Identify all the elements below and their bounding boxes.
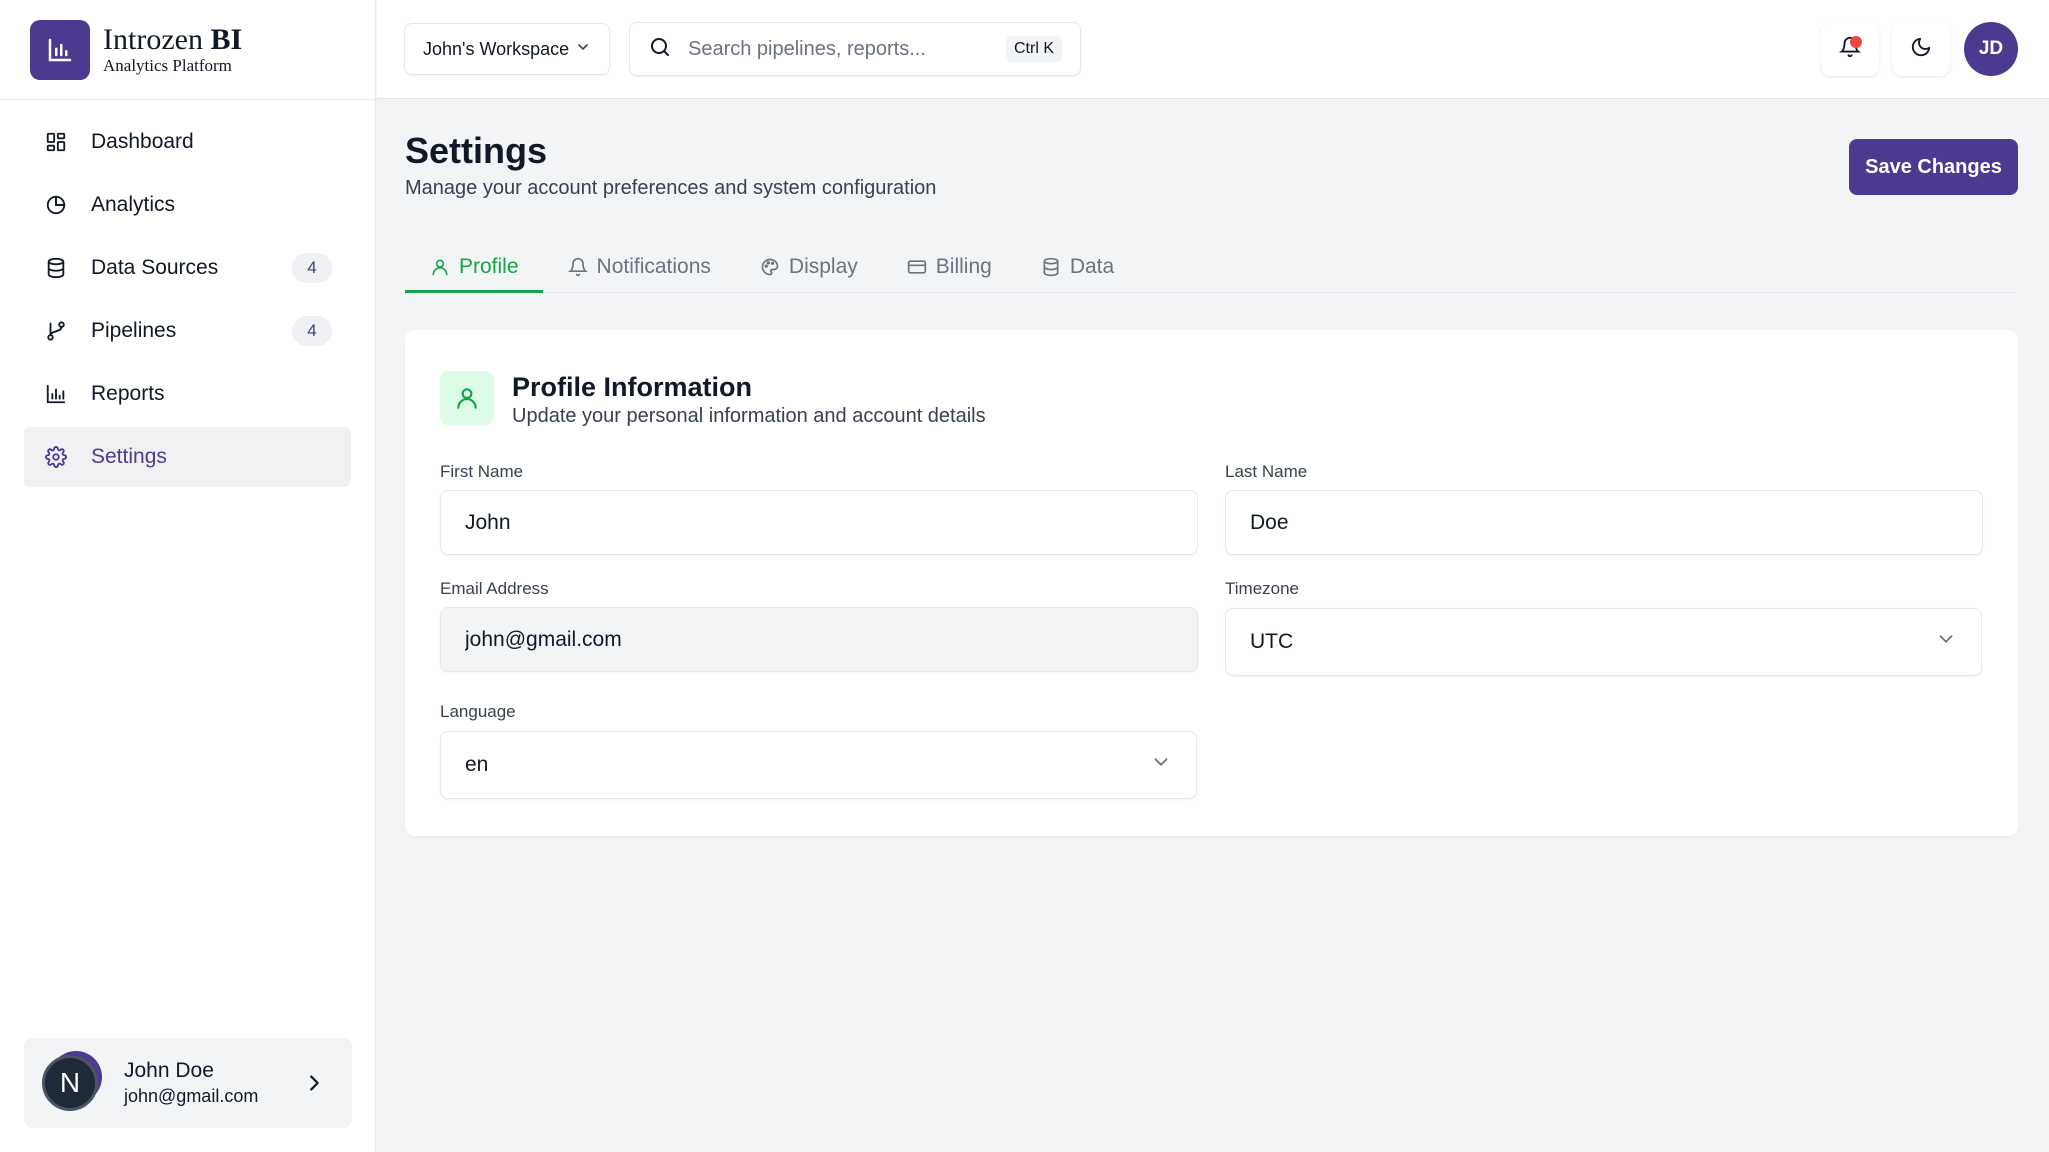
chevron-down-icon (1935, 628, 1957, 656)
language-label: Language (440, 702, 516, 721)
tab-notifications[interactable]: Notifications (543, 241, 735, 293)
tab-label: Display (788, 255, 858, 278)
tab-label: Billing (935, 255, 992, 278)
last-name-label: Last Name (1225, 462, 1308, 481)
palette-icon (759, 256, 781, 278)
user-icon (429, 256, 451, 278)
save-changes-button[interactable]: Save Changes (1849, 139, 2018, 195)
avatar[interactable]: JD (1964, 22, 2018, 76)
tab-label: Profile (459, 255, 519, 278)
card-title: Profile Information (512, 372, 753, 402)
brand-name: Introzen BI (103, 22, 243, 56)
search-icon (648, 35, 672, 64)
sidebar-item-settings[interactable]: Settings (24, 427, 351, 487)
database-icon (43, 255, 69, 281)
card-subtitle: Update your personal information and acc… (512, 405, 986, 427)
chevron-down-icon (1150, 751, 1172, 779)
language-select[interactable]: en (440, 731, 1197, 799)
user-email: john@gmail.com (124, 1086, 259, 1106)
bell-icon (567, 256, 589, 278)
page-title: Settings (405, 130, 548, 171)
page-subtitle: Manage your account preferences and syst… (405, 177, 937, 199)
email-label: Email Address (440, 579, 549, 598)
sidebar-nav: Dashboard Analytics Data Sources 4 Pipel… (0, 100, 375, 502)
sidebar-item-label: Pipelines (91, 319, 177, 342)
timezone-value: UTC (1250, 630, 1294, 653)
workspace-label: John's Workspace (423, 38, 570, 59)
settings-tabs: Profile Notifications Display Billing Da… (405, 241, 2018, 293)
sidebar-item-dashboard[interactable]: Dashboard (24, 112, 351, 172)
topbar: John's Workspace Ctrl K JD (377, 0, 2049, 99)
theme-toggle-button[interactable] (1892, 22, 1950, 76)
workspace-selector[interactable]: John's Workspace (404, 23, 610, 75)
profile-information-card: Profile Information Update your personal… (405, 330, 2018, 836)
tab-label: Data (1069, 255, 1115, 278)
user-profile-card[interactable]: N John Doe john@gmail.com (24, 1038, 352, 1128)
timezone-label: Timezone (1225, 579, 1300, 598)
chevron-down-icon (575, 39, 591, 60)
bar-chart-logo-icon (30, 19, 90, 80)
tab-display[interactable]: Display (735, 241, 882, 293)
database-icon (1040, 256, 1062, 278)
sidebar-item-label: Reports (91, 382, 165, 405)
timezone-select[interactable]: UTC (1225, 608, 1982, 676)
email-field (440, 607, 1198, 672)
sidebar-item-label: Dashboard (91, 130, 194, 153)
brand[interactable]: Introzen BI Analytics Platform (0, 0, 375, 100)
sidebar-item-data-sources[interactable]: Data Sources 4 (24, 238, 351, 298)
pie-chart-icon (43, 192, 69, 218)
gear-icon (43, 444, 69, 470)
sidebar-item-analytics[interactable]: Analytics (24, 175, 351, 235)
notifications-button[interactable] (1821, 22, 1879, 76)
tab-label: Notifications (596, 255, 711, 278)
brand-subtitle: Analytics Platform (103, 55, 232, 75)
email-input (465, 627, 1173, 652)
last-name-field[interactable] (1225, 490, 1983, 555)
sidebar: Introzen BI Analytics Platform Dashboard… (0, 0, 376, 1152)
count-badge: 4 (292, 253, 332, 283)
first-name-label: First Name (440, 462, 524, 481)
git-branch-icon (43, 318, 69, 344)
search-input[interactable] (688, 37, 1006, 61)
tab-profile[interactable]: Profile (405, 241, 543, 293)
keyboard-shortcut: Ctrl K (1006, 36, 1062, 62)
sidebar-item-label: Settings (91, 445, 167, 468)
first-name-input[interactable] (465, 510, 1173, 535)
main-content: Settings Manage your account preferences… (377, 100, 2049, 865)
first-name-field[interactable] (440, 490, 1198, 555)
user-icon (440, 371, 494, 425)
user-name: John Doe (124, 1059, 214, 1082)
sidebar-item-reports[interactable]: Reports (24, 364, 351, 424)
sidebar-item-pipelines[interactable]: Pipelines 4 (24, 301, 351, 361)
last-name-input[interactable] (1250, 510, 1958, 535)
avatar: N (42, 1055, 98, 1111)
bar-chart-icon (43, 381, 69, 407)
sidebar-item-label: Data Sources (91, 256, 219, 279)
sidebar-item-label: Analytics (91, 193, 176, 216)
moon-icon (1910, 36, 1932, 63)
notification-dot (1850, 36, 1862, 48)
count-badge: 4 (292, 316, 332, 346)
tab-data[interactable]: Data (1016, 241, 1138, 293)
language-value: en (465, 753, 489, 776)
credit-card-icon (906, 256, 928, 278)
search-bar[interactable]: Ctrl K (629, 22, 1081, 76)
tab-billing[interactable]: Billing (882, 241, 1016, 293)
dashboard-grid-icon (43, 129, 69, 155)
chevron-right-icon[interactable] (294, 1063, 334, 1103)
